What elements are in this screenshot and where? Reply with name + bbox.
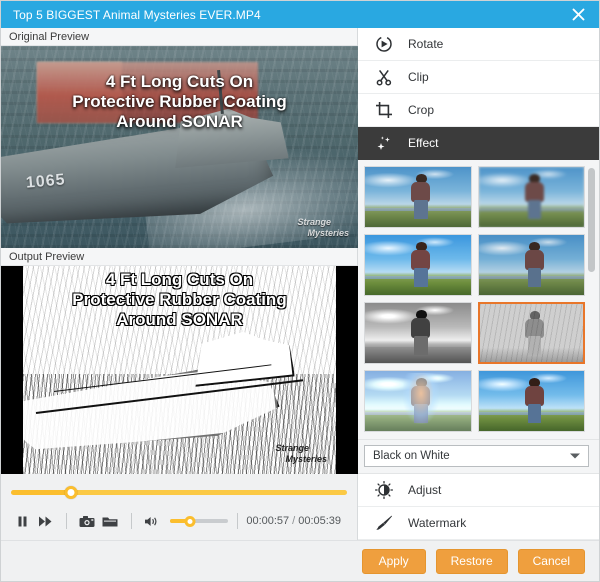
effect-thumbnail[interactable] <box>364 370 472 432</box>
control-divider-1 <box>66 513 67 529</box>
title-bar: Top 5 BIGGEST Animal Mysteries EVER.MP4 <box>1 1 599 28</box>
output-preview-video[interactable]: 4 Ft Long Cuts On Protective Rubber Coat… <box>1 266 358 474</box>
original-preview-video[interactable]: 1065 4 Ft Long Cuts On Protective Rubber… <box>1 46 358 248</box>
effect-select[interactable]: Black on White <box>364 445 589 467</box>
dialog-footer: Apply Restore Cancel <box>1 540 599 581</box>
control-divider-2 <box>131 513 132 529</box>
effect-thumbnail[interactable] <box>364 166 472 228</box>
person-legs <box>528 268 542 288</box>
pillarbox-left <box>1 266 23 474</box>
person-torso <box>411 182 430 202</box>
tool-label-rotate: Rotate <box>408 37 443 51</box>
camera-icon[interactable] <box>76 510 99 532</box>
volume-slider[interactable] <box>170 514 228 528</box>
seek-handle[interactable] <box>65 486 78 499</box>
effect-select-value: Black on White <box>373 450 569 462</box>
tool-item-crop[interactable]: Crop <box>358 94 599 127</box>
effect-thumbnail-person <box>525 378 544 422</box>
seek-slider[interactable] <box>11 486 347 498</box>
person-torso <box>525 386 544 406</box>
cancel-button[interactable]: Cancel <box>518 549 585 574</box>
scissors-icon <box>374 67 394 87</box>
person-torso <box>525 250 544 270</box>
effect-select-row: Black on White <box>358 440 599 474</box>
out-watermark-line-1: Strange <box>275 443 327 453</box>
person-torso <box>525 182 544 202</box>
window-title: Top 5 BIGGEST Animal Mysteries EVER.MP4 <box>13 8 561 22</box>
preview-column: Original Preview 1065 4 Ft Long Cuts On … <box>1 28 358 540</box>
tool-item-watermark[interactable]: Watermark <box>358 507 599 540</box>
brush-icon <box>374 513 394 533</box>
fast-forward-icon[interactable] <box>34 510 57 532</box>
total-time: 00:05:39 <box>298 515 341 527</box>
timecode-display: 00:00:57/00:05:39 <box>246 515 347 527</box>
volume-handle[interactable] <box>185 516 196 527</box>
effect-thumbnail-person <box>525 242 544 286</box>
sketch-render: 4 Ft Long Cuts On Protective Rubber Coat… <box>23 266 336 474</box>
person-legs <box>528 200 542 220</box>
effects-scrollbar-thumb[interactable] <box>588 168 595 273</box>
person-torso <box>411 250 430 270</box>
restore-button[interactable]: Restore <box>436 549 508 574</box>
pause-icon[interactable] <box>11 510 34 532</box>
sparkle-icon <box>374 133 394 153</box>
window-body: Original Preview 1065 4 Ft Long Cuts On … <box>1 28 599 540</box>
effects-grid <box>358 160 599 438</box>
effect-thumbnail-person <box>411 174 430 218</box>
person-legs <box>528 404 542 424</box>
original-preview-label: Original Preview <box>1 28 357 46</box>
tool-item-effect[interactable]: Effect <box>358 127 599 160</box>
effect-sketch-grain <box>480 304 584 362</box>
person-torso <box>411 318 430 338</box>
close-icon[interactable] <box>561 2 595 27</box>
tool-label-effect: Effect <box>408 136 438 150</box>
tool-item-clip[interactable]: Clip <box>358 61 599 94</box>
ship-hull-number: 1065 <box>25 172 66 193</box>
person-legs <box>414 200 428 220</box>
control-divider-3 <box>237 513 238 529</box>
effect-thumbnail-person <box>411 310 430 354</box>
playback-button-row: 00:00:57/00:05:39 <box>9 510 349 532</box>
pillarbox-right <box>336 266 358 474</box>
effect-thumbnail[interactable] <box>478 234 586 296</box>
seek-remaining <box>71 490 347 495</box>
person-legs <box>414 336 428 356</box>
apply-button[interactable]: Apply <box>362 549 426 574</box>
effect-thumbnail-person <box>411 242 430 286</box>
video-watermark-output: Strange Mysteries <box>275 443 327 464</box>
tool-label-clip: Clip <box>408 70 429 84</box>
video-watermark-original: Strange Mysteries <box>297 217 349 238</box>
tool-item-adjust[interactable]: Adjust <box>358 474 599 507</box>
effect-thumbnail[interactable] <box>364 234 472 296</box>
person-legs <box>414 268 428 288</box>
video-editor-window: Top 5 BIGGEST Animal Mysteries EVER.MP4 … <box>0 0 600 582</box>
tool-label-crop: Crop <box>408 103 434 117</box>
rotate-icon <box>374 34 394 54</box>
watermark-line-1: Strange <box>297 217 349 227</box>
current-time: 00:00:57 <box>246 515 289 527</box>
tool-label-adjust: Adjust <box>408 483 441 497</box>
crop-icon <box>374 100 394 120</box>
tool-item-rotate[interactable]: Rotate <box>358 28 599 61</box>
effects-grid-container[interactable] <box>358 160 599 440</box>
time-separator: / <box>289 515 298 527</box>
output-preview-label: Output Preview <box>1 248 357 266</box>
folder-icon[interactable] <box>99 510 122 532</box>
chevron-down-icon[interactable] <box>569 452 584 460</box>
effect-thumbnail[interactable] <box>364 302 472 364</box>
volume-icon[interactable] <box>141 510 164 532</box>
transport-controls: 00:00:57/00:05:39 <box>1 474 357 540</box>
effect-glow <box>403 373 439 423</box>
brightness-icon <box>374 480 394 500</box>
effects-scrollbar[interactable] <box>587 162 596 437</box>
effect-thumbnail[interactable] <box>478 166 586 228</box>
effect-thumbnail[interactable] <box>478 370 586 432</box>
watermark-line-2: Mysteries <box>297 228 349 238</box>
tool-label-watermark: Watermark <box>408 516 466 530</box>
seek-fill <box>11 490 71 495</box>
effect-thumbnail[interactable] <box>478 302 586 364</box>
out-watermark-line-2: Mysteries <box>275 454 327 464</box>
effect-thumbnail-person <box>525 174 544 218</box>
tools-panel: Rotate Clip <box>358 28 599 540</box>
